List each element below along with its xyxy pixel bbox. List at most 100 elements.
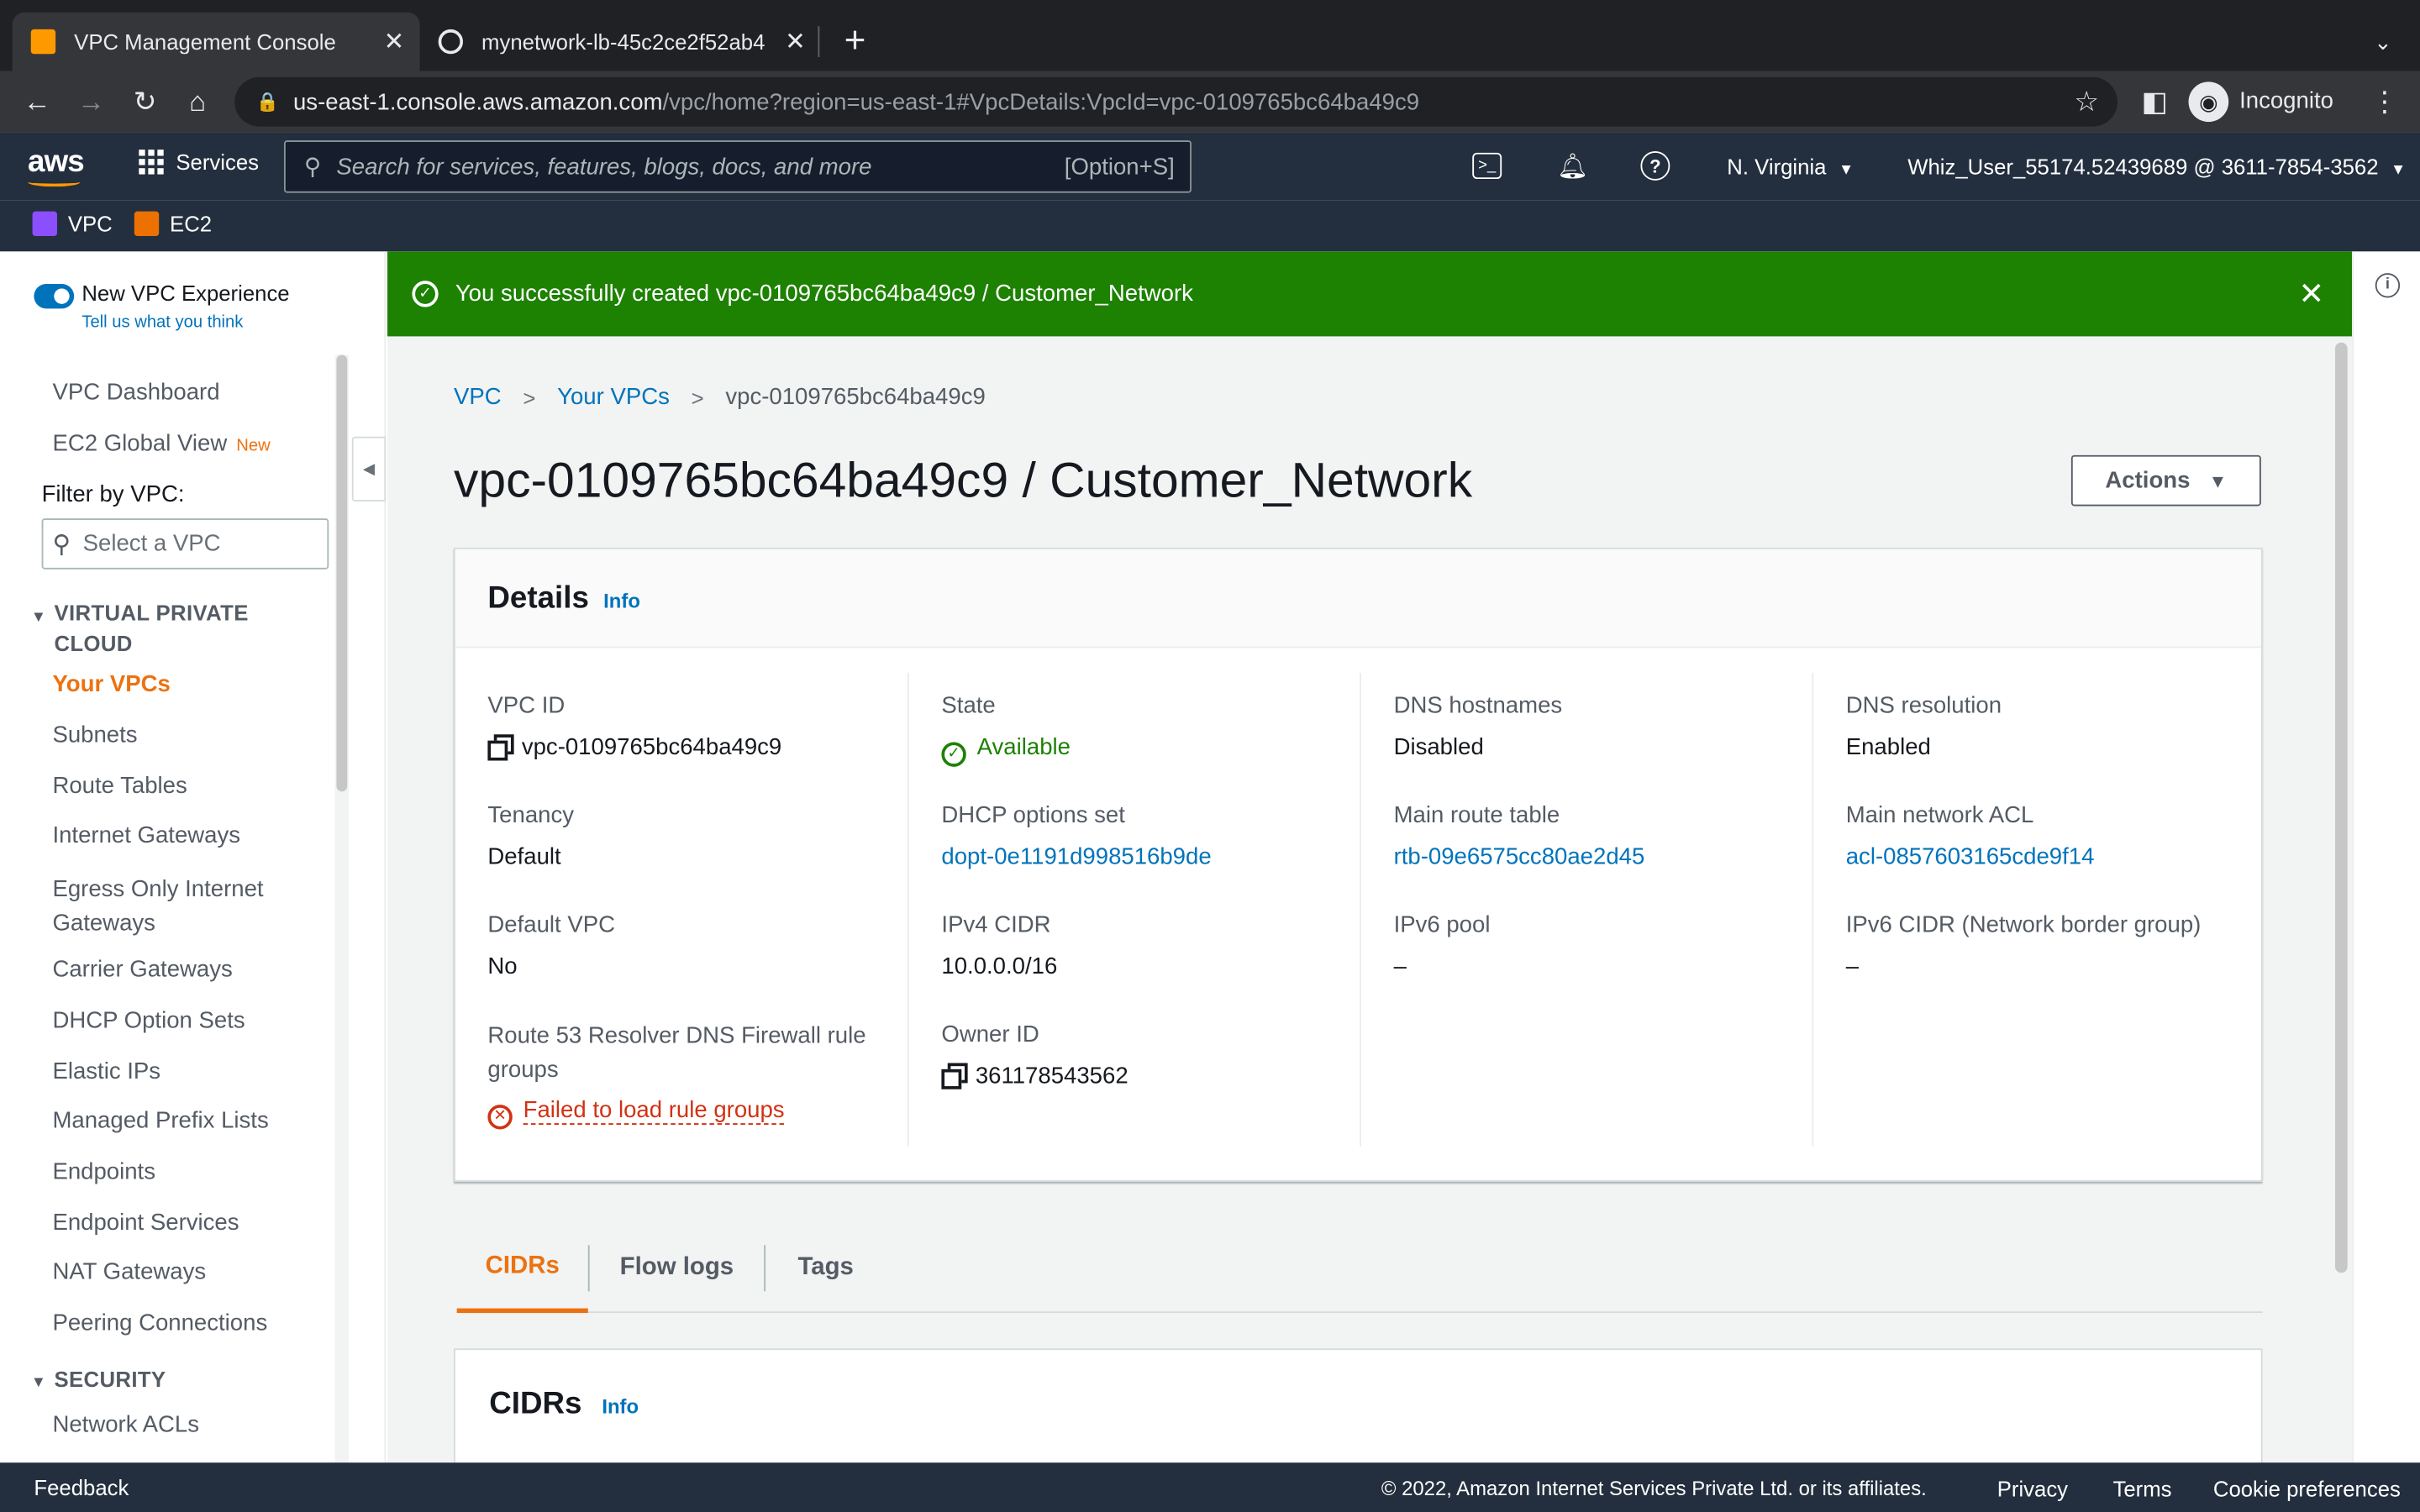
field-value-dhcp-options[interactable]: dopt-0e1191d998516b9de (941, 844, 1211, 870)
cloudshell-icon[interactable]: >_ (1472, 152, 1502, 180)
field-value-main-network-acl[interactable]: acl-0857603165cde9f14 (1846, 844, 2095, 870)
sidebar-scrollbar[interactable] (334, 354, 350, 1466)
field-value-state: ✓ Available (941, 734, 1071, 767)
url-bar[interactable]: 🔒 us-east-1.console.aws.amazon.com/vpc/h… (234, 76, 2118, 127)
cidrs-info-link[interactable]: Info (602, 1394, 639, 1418)
account-menu[interactable]: Whiz_User_55174.52439689 @ 3611-7854-356… (1907, 155, 2406, 179)
caret-down-icon: ▼ (2391, 161, 2407, 180)
sidebar-item-elastic-ips[interactable]: Elastic IPs (52, 1058, 160, 1084)
field-value-dns-firewall[interactable]: ✕ Failed to load rule groups (487, 1096, 785, 1130)
favorite-ec2[interactable]: EC2 (134, 211, 213, 237)
feedback-button[interactable]: Feedback (34, 1475, 129, 1499)
banner-message: You successfully created vpc-0109765bc64… (455, 281, 1193, 307)
aws-logo[interactable]: aws (28, 145, 85, 187)
aws-favicon-icon (30, 29, 56, 55)
tab-tags[interactable]: Tags (765, 1224, 886, 1314)
column-divider (1812, 672, 1814, 1147)
privacy-link[interactable]: Privacy (1997, 1477, 2068, 1501)
cookie-preferences-link[interactable]: Cookie preferences (2213, 1477, 2401, 1501)
section-security[interactable]: ▼ SECURITY (31, 1367, 166, 1391)
field-label-main-network-acl: Main network ACL (1845, 802, 2034, 829)
main-scrollbar[interactable] (2333, 342, 2349, 1463)
bookmark-star-icon[interactable]: ☆ (2074, 86, 2099, 118)
sidebar-item-network-acls[interactable]: Network ACLs (52, 1412, 199, 1438)
breadcrumb-vpc[interactable]: VPC (454, 384, 502, 410)
browser-tab-bar: VPC Management Console ✕ mynetwork-lb-45… (0, 0, 2420, 71)
field-label-state: State (941, 692, 996, 719)
copy-icon[interactable] (941, 1063, 968, 1089)
vpc-service-icon (32, 211, 57, 237)
column-divider (908, 672, 909, 1147)
services-label: Services (176, 150, 259, 175)
column-divider (1360, 672, 1362, 1147)
new-experience-toggle[interactable] (34, 283, 75, 309)
details-panel: Details Info VPC ID vpc-0109765bc64ba49c… (454, 548, 2263, 1182)
sidebar-item-egress-only-internet-gateways[interactable]: Egress Only Internet Gateways (52, 874, 314, 942)
feedback-link[interactable]: Tell us what you think (82, 313, 243, 332)
help-icon[interactable]: ? (1640, 151, 1670, 181)
tab-search-chevron-icon[interactable]: ⌄ (2361, 20, 2404, 63)
field-label-main-route-table: Main route table (1393, 802, 1560, 829)
section-virtual-private-cloud[interactable]: ▼ VIRTUAL PRIVATE CLOUD (31, 597, 309, 659)
info-icon[interactable]: i (2375, 273, 2401, 298)
field-label-vpc-id: VPC ID (487, 692, 566, 719)
help-panel-rail: i (2352, 251, 2420, 1463)
sidebar-item-endpoints[interactable]: Endpoints (52, 1158, 155, 1184)
favorite-label: EC2 (170, 211, 213, 237)
terms-link[interactable]: Terms (2112, 1477, 2171, 1501)
browser-tab-loadbalancer[interactable]: mynetwork-lb-45c2ce2f52ab4 ✕ (420, 13, 822, 71)
region-selector[interactable]: N. Virginia ▼ (1727, 155, 1854, 179)
copy-icon[interactable] (487, 734, 514, 761)
sidebar-item-endpoint-services[interactable]: Endpoint Services (52, 1210, 239, 1236)
sidebar-item-carrier-gateways[interactable]: Carrier Gateways (52, 957, 232, 983)
field-label-ipv4-cidr: IPv4 CIDR (941, 911, 1051, 938)
chevron-right-icon: > (691, 385, 704, 410)
search-input[interactable]: ⚲ Search for services, features, blogs, … (283, 140, 1192, 193)
back-arrow-icon[interactable]: ← (15, 81, 58, 123)
bell-icon[interactable]: 🔔︎ (1555, 150, 1589, 183)
url-path: /vpc/home?region=us-east-1#VpcDetails:Vp… (662, 88, 1420, 115)
collapse-sidebar-button[interactable]: ◀ (351, 436, 387, 501)
incognito-icon[interactable]: ◉ (2188, 81, 2229, 123)
close-tab-icon[interactable]: ✕ (384, 26, 405, 57)
sidebar-item-peering-connections[interactable]: Peering Connections (52, 1310, 267, 1336)
chevron-right-icon: > (523, 385, 536, 410)
sidebar-item-nat-gateways[interactable]: NAT Gateways (52, 1259, 206, 1285)
actions-button[interactable]: Actions ▼ (2070, 454, 2261, 507)
tab-cidrs[interactable]: CIDRs (456, 1224, 588, 1314)
reload-icon[interactable]: ↻ (124, 81, 166, 123)
forward-arrow-icon[interactable]: → (70, 81, 113, 123)
home-icon[interactable]: ⌂ (176, 81, 218, 123)
browser-tab-vpc-console[interactable]: VPC Management Console ✕ (12, 12, 420, 71)
browser-menu-icon[interactable]: ⋮ (2363, 81, 2406, 123)
services-menu[interactable]: Services (139, 150, 259, 175)
dismiss-banner-icon[interactable]: ✕ (2298, 275, 2324, 313)
details-column-1: VPC ID vpc-0109765bc64ba49c9 Tenancy Def… (487, 673, 939, 1147)
side-panel-icon[interactable]: ◧ (2133, 81, 2175, 123)
sidebar-item-ec2-global-view[interactable]: VPC DashboardEC2 Global ViewNew (52, 430, 270, 456)
field-value-owner-id: 361178543562 (941, 1063, 1128, 1089)
vpc-filter-select[interactable]: ⚲ Select a VPC (41, 518, 329, 570)
sidebar-item-internet-gateways[interactable]: Internet Gateways (52, 822, 240, 848)
field-value-main-route-table[interactable]: rtb-09e6575cc80ae2d45 (1394, 844, 1645, 870)
field-label-dns-hostnames: DNS hostnames (1393, 692, 1563, 719)
breadcrumb-your-vpcs[interactable]: Your VPCs (557, 384, 670, 410)
new-tab-button[interactable]: + (834, 20, 876, 63)
scrollbar-thumb[interactable] (336, 354, 348, 792)
sidebar-item-your-vpcs[interactable]: Your VPCs (52, 671, 170, 697)
sidebar-item-dhcp-option-sets[interactable]: DHCP Option Sets (52, 1007, 245, 1033)
cidrs-title: CIDRs (489, 1387, 582, 1421)
tab-flow-logs[interactable]: Flow logs (590, 1224, 765, 1314)
favorite-vpc[interactable]: VPC (32, 211, 113, 237)
details-header: Details Info (455, 549, 2261, 648)
scrollbar-thumb[interactable] (2334, 342, 2348, 1273)
sidebar-item-managed-prefix-lists[interactable]: Managed Prefix Lists (52, 1108, 268, 1134)
sidebar-item-subnets[interactable]: Subnets (52, 722, 137, 748)
close-tab-icon[interactable]: ✕ (785, 26, 806, 57)
details-info-link[interactable]: Info (603, 590, 640, 613)
details-column-3: DNS hostnames Disabled Main route table … (1394, 673, 1846, 1147)
field-label-default-vpc: Default VPC (487, 911, 616, 938)
sidebar-item-route-tables[interactable]: Route Tables (52, 773, 187, 799)
field-value-tenancy: Default (487, 843, 561, 870)
sidebar-item-vpc-dashboard[interactable]: VPC Dashboard (52, 380, 219, 406)
